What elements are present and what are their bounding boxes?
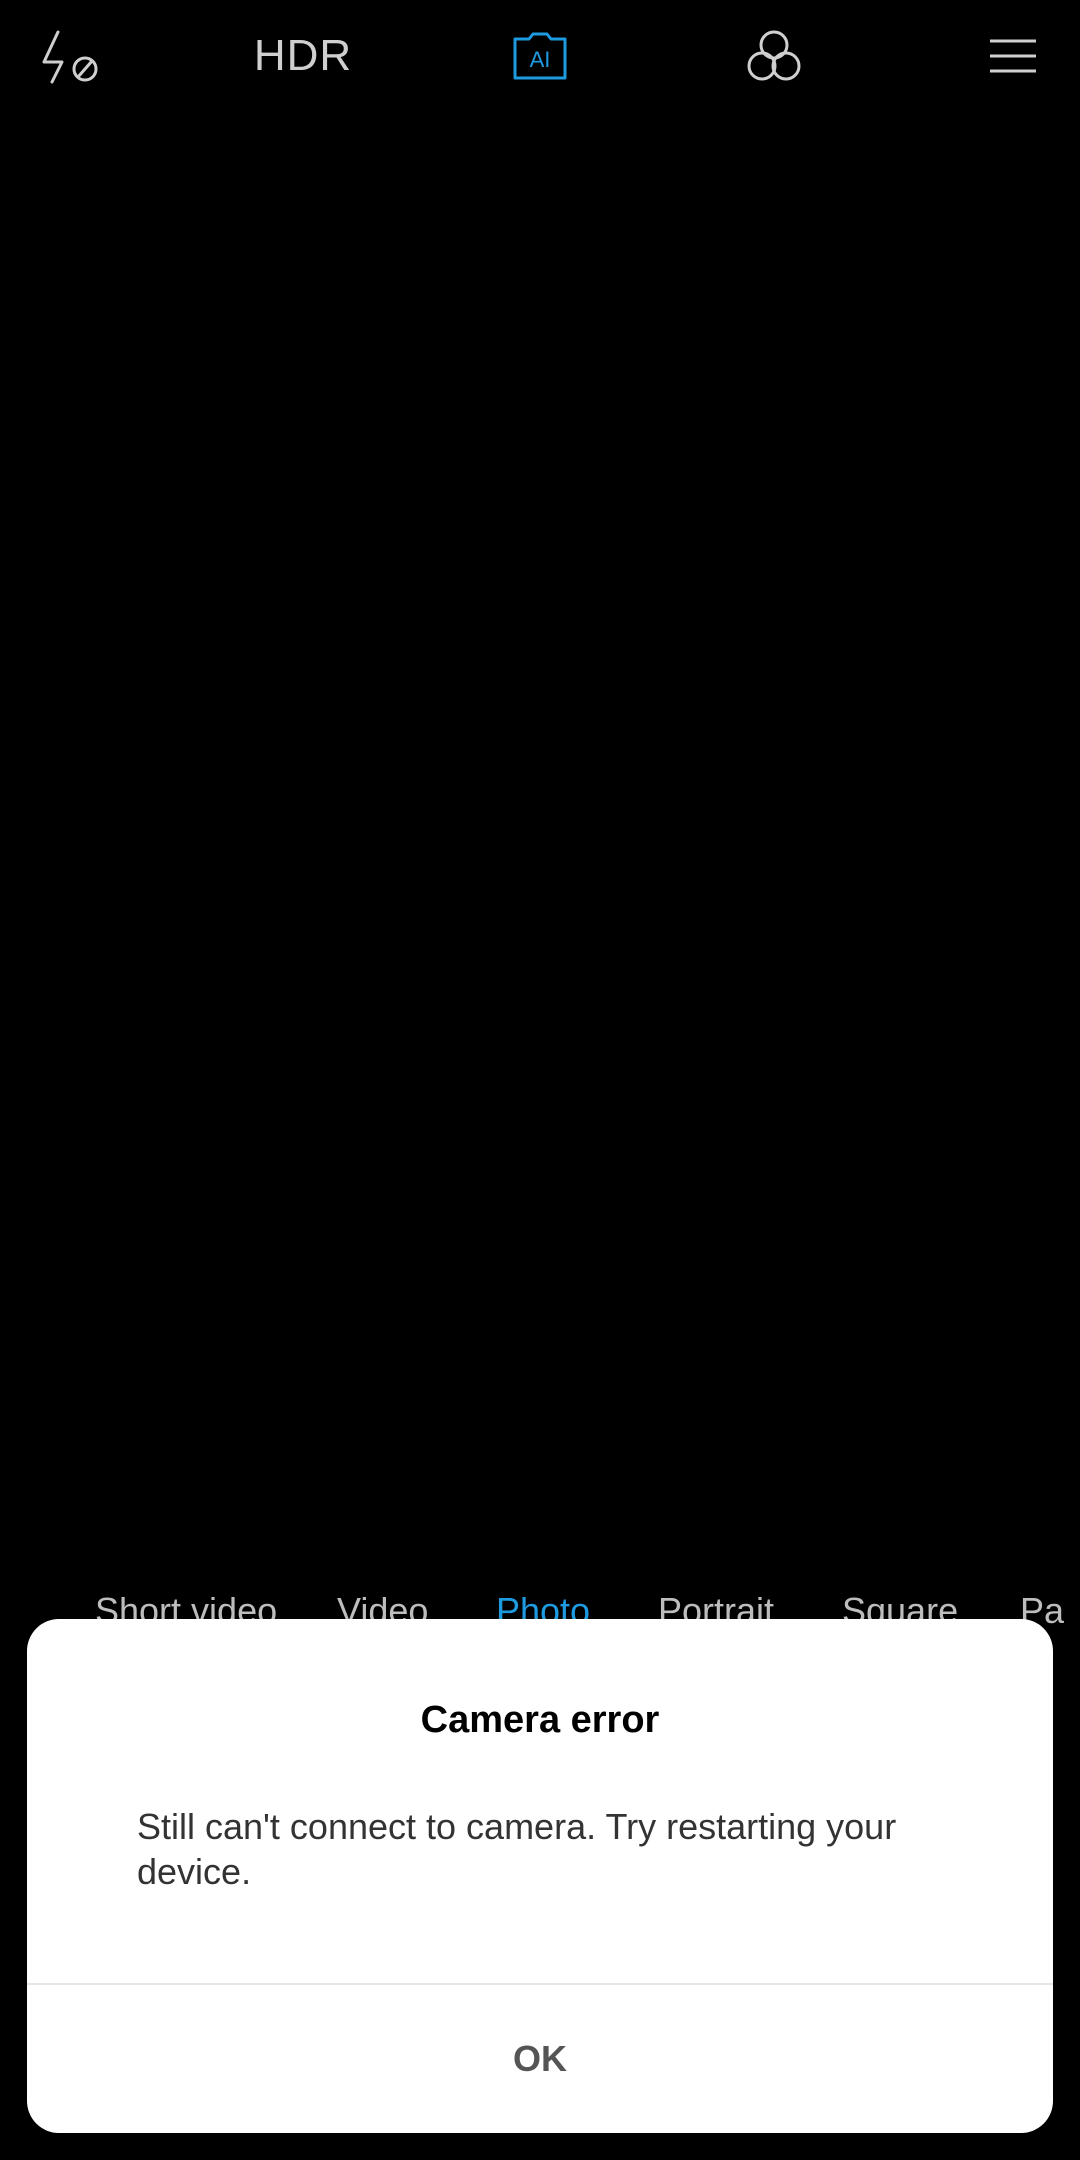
camera-screen: HDR AI Short video Video Photo Portrait … [0, 0, 1080, 2160]
dialog-title: Camera error [420, 1699, 660, 1741]
dialog-message: Still can't connect to camera. Try resta… [137, 1806, 897, 1892]
camera-error-dialog: Camera error Still can't connect to came… [27, 1619, 1053, 2133]
ok-button[interactable]: OK [27, 1985, 1053, 2133]
